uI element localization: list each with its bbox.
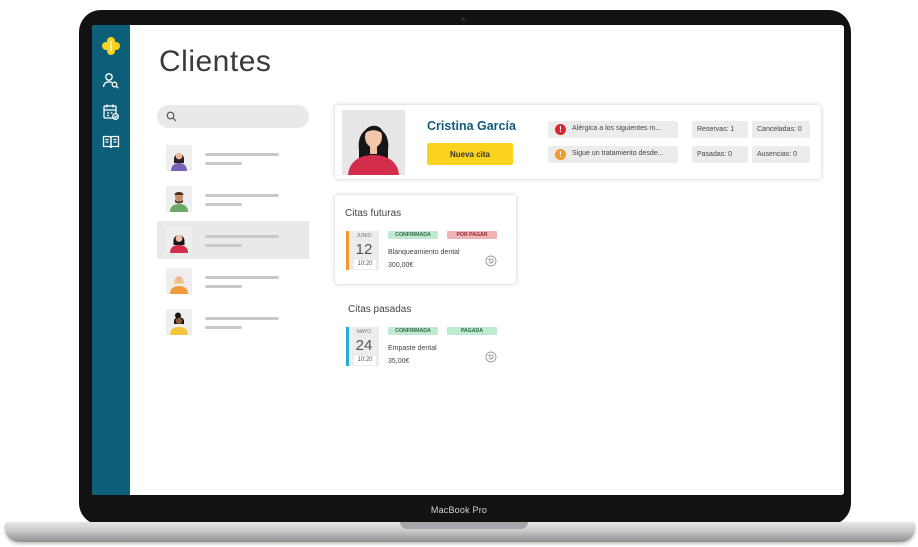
date-month: MAYO: [356, 329, 372, 335]
device-label: MacBook Pro: [430, 505, 488, 515]
absences-count: Ausencias: 0: [752, 146, 810, 163]
search-icon: [166, 111, 177, 122]
client-profile-card: Cristina García Nueva cita ! Alérgica a …: [335, 105, 821, 179]
app-screen: Clientes Cristina García Nueva cita ! Al…: [92, 25, 844, 495]
camera-dot: [461, 17, 465, 21]
alert-text: Alérgica a los siguientes m...: [572, 125, 662, 132]
client-name-placeholder: [205, 194, 279, 197]
date-time: 10:20: [354, 260, 376, 269]
alert-text: Sigue un tratamiento desde...: [572, 150, 664, 157]
avatar: [166, 186, 192, 212]
list-item[interactable]: [157, 221, 309, 259]
client-name-placeholder: [205, 235, 279, 238]
client-name: Cristina García: [427, 119, 516, 133]
client-detail-placeholder: [205, 244, 242, 247]
list-item[interactable]: [157, 139, 309, 177]
list-item[interactable]: [157, 303, 309, 341]
future-appointments-card: Citas futuras JUNIO 12 10:20 CONFIRMADA …: [335, 195, 516, 284]
cancelled-count: Canceladas: 0: [752, 121, 810, 138]
date-day: 24: [355, 337, 373, 354]
exclamation-icon: !: [555, 149, 566, 160]
avatar: [166, 227, 192, 253]
payment-badge: PAGADA: [447, 327, 497, 335]
allergy-alert[interactable]: ! Alérgica a los siguientes m...: [548, 121, 678, 138]
treatment-alert[interactable]: ! Sigue un tratamiento desde...: [548, 146, 678, 163]
status-badge: CONFIRMADA: [388, 231, 438, 239]
status-badge: CONFIRMADA: [388, 327, 438, 335]
tooth-icon[interactable]: [485, 351, 497, 363]
appointment-price: 35,00€: [388, 358, 410, 365]
appointment-date: JUNIO 12 10:20: [346, 231, 379, 270]
date-month: JUNIO: [356, 233, 372, 239]
tooth-icon[interactable]: [485, 255, 497, 267]
payment-badge: POR PAGAR: [447, 231, 497, 239]
date-time: 10:20: [354, 356, 376, 365]
book-icon[interactable]: [100, 131, 122, 153]
section-title: Citas futuras: [345, 208, 402, 219]
exclamation-icon: !: [555, 124, 566, 135]
client-name-placeholder: [205, 276, 279, 279]
reservations-count: Reservas: 1: [692, 121, 748, 138]
avatar: [166, 309, 192, 335]
new-appointment-button[interactable]: Nueva cita: [427, 143, 513, 165]
health-cross-logo-icon[interactable]: [100, 35, 122, 57]
list-item[interactable]: [157, 180, 309, 218]
client-detail-placeholder: [205, 162, 242, 165]
sidebar: [92, 25, 130, 495]
avatar: [166, 145, 192, 171]
client-detail-placeholder: [205, 285, 242, 288]
user-search-icon[interactable]: [100, 70, 122, 92]
list-item[interactable]: [157, 262, 309, 300]
appointment-service: Blanqueamiento dental: [388, 249, 460, 256]
laptop-base: [5, 522, 915, 542]
section-title: Citas pasadas: [348, 304, 412, 315]
avatar: [166, 268, 192, 294]
client-name-placeholder: [205, 317, 279, 320]
main-content: Clientes Cristina García Nueva cita ! Al…: [130, 25, 844, 495]
avatar: [342, 110, 405, 175]
appointment-date: MAYO 24 10:20: [346, 327, 379, 366]
date-day: 12: [355, 241, 373, 258]
appointment-price: 300,00€: [388, 262, 414, 269]
past-count: Pasadas: 0: [692, 146, 748, 163]
appointment-service: Empaste dental: [388, 345, 437, 352]
client-detail-placeholder: [205, 203, 242, 206]
client-detail-placeholder: [205, 326, 242, 329]
page-title: Clientes: [159, 45, 272, 78]
search-input[interactable]: [157, 105, 309, 128]
client-name-placeholder: [205, 153, 279, 156]
laptop-notch: [400, 522, 528, 529]
calendar-check-icon[interactable]: [100, 101, 122, 123]
